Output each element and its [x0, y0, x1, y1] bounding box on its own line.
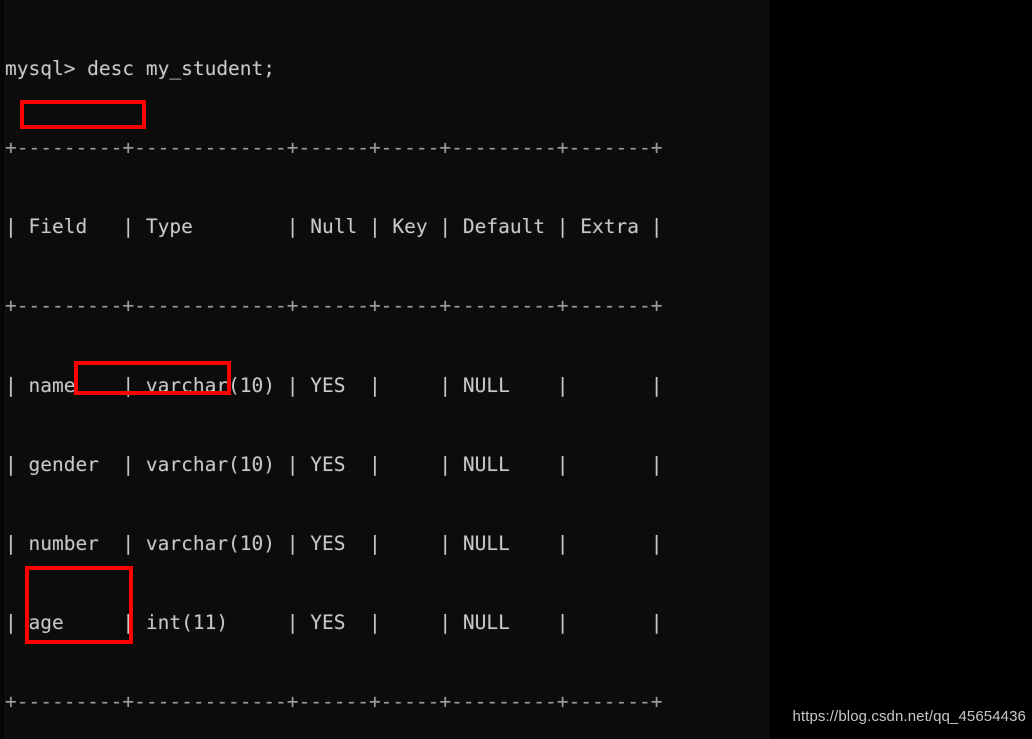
terminal-screenshot: mysql> desc my_student; +---------+-----… [0, 0, 1032, 739]
console-line-02: +---------+-------------+------+-----+--… [5, 136, 663, 160]
console-line-08: | age | int(11) | YES | | NULL | | [5, 611, 663, 635]
mysql-terminal-window[interactable]: mysql> desc my_student; +---------+-----… [0, 0, 770, 739]
terminal-console-output: mysql> desc my_student; +---------+-----… [0, 3, 770, 739]
console-line-07: | number | varchar(10) | YES | | NULL | … [5, 532, 663, 556]
console-line-03: | Field | Type | Null | Key | Default | … [5, 215, 663, 239]
csdn-watermark: https://blog.csdn.net/qq_45654436 [792, 708, 1026, 725]
console-line-05: | name | varchar(10) | YES | | NULL | | [5, 373, 663, 397]
console-line-09: +---------+-------------+------+-----+--… [5, 690, 663, 714]
console-line-01: mysql> desc my_student; [5, 56, 276, 80]
console-line-06: | gender | varchar(10) | YES | | NULL | … [5, 452, 663, 476]
console-line-04: +---------+-------------+------+-----+--… [5, 294, 663, 318]
